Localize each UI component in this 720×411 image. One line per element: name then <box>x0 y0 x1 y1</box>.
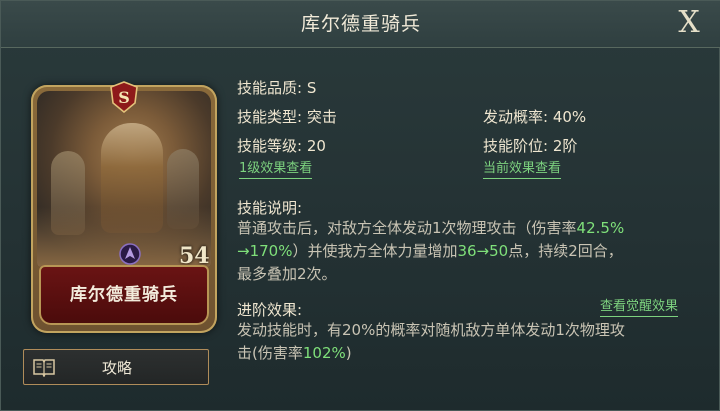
rank-badge-icon: S <box>109 81 138 113</box>
skill-stage: 技能阶位: 2阶 <box>483 135 577 156</box>
advance-line-2: 击(伤害率102%) <box>237 342 707 365</box>
card-level: 54 <box>179 243 210 267</box>
skill-type: 技能类型: 突击 <box>237 106 337 127</box>
window-title: 库尔德重骑兵 <box>300 13 421 35</box>
unit-card: 54 S 库尔德重骑兵 <box>31 81 217 333</box>
close-button[interactable]: X <box>671 5 707 41</box>
skill-quality-value: S <box>306 79 317 97</box>
damage-rate-start: 42.5% <box>576 219 625 237</box>
awaken-effect-link[interactable]: 查看觉醒效果 <box>600 299 679 317</box>
trigger-rate: 发动概率: 40% <box>483 106 586 127</box>
skill-quality: 技能品质: S <box>237 77 316 98</box>
skill-level: 技能等级: 20 <box>237 135 326 156</box>
advance-line-1: 发动技能时，有20%的概率对随机敌方单体发动1次物理攻 <box>237 321 625 339</box>
advance-title: 进阶效果: <box>237 301 303 319</box>
skill-type-value: 突击 <box>306 108 337 126</box>
strength-bonus: 36→50 <box>457 242 509 260</box>
unit-type-emblem-icon <box>119 243 141 265</box>
damage-rate-end: →170% <box>237 242 293 260</box>
skill-detail-window: 库尔德重骑兵 X 54 S 库尔德重骑兵 攻略 技能品质: S 技能类型: 突击… <box>0 0 720 411</box>
description-line-2-text: ）并使我方全体力量增加 <box>292 242 458 260</box>
description-title: 技能说明: <box>237 199 303 217</box>
description-line-1: 普通攻击后，对敌方全体发动1次物理攻击（伤害率42.5% <box>237 217 707 240</box>
description-line-1-text: 普通攻击后，对敌方全体发动1次物理攻击（伤害率 <box>237 219 577 237</box>
advance-damage-rate: 102% <box>302 344 346 362</box>
skill-stage-value: 2阶 <box>552 137 578 155</box>
trigger-rate-value: 40% <box>552 108 587 126</box>
current-effect-link[interactable]: 当前效果查看 <box>483 161 562 179</box>
advance-text: 发动技能时，有20%的概率对随机敌方单体发动1次物理攻 击(伤害率102%) <box>237 319 707 365</box>
svg-text:S: S <box>118 88 130 107</box>
level1-effect-link[interactable]: 1级效果查看 <box>239 161 313 179</box>
card-name-plate: 库尔德重骑兵 <box>39 265 209 325</box>
unit-portrait: 54 <box>37 91 211 267</box>
skill-type-label: 技能类型: <box>237 108 303 126</box>
description-line-2: →170%）并使我方全体力量增加36→50点，持续2回合， <box>237 240 707 263</box>
skill-level-label: 技能等级: <box>237 137 303 155</box>
advance-line-2-text: 击(伤害率 <box>237 344 303 362</box>
trigger-rate-label: 发动概率: <box>483 108 549 126</box>
description-line-3: 最多叠加2次。 <box>237 265 337 283</box>
title-bar: 库尔德重骑兵 X <box>1 1 720 48</box>
advance-line-2-tail: ) <box>345 344 352 362</box>
skill-quality-label: 技能品质: <box>237 79 303 97</box>
description-line-2-tail: 点，持续2回合， <box>508 242 623 260</box>
skill-stage-label: 技能阶位: <box>483 137 549 155</box>
description-text: 普通攻击后，对敌方全体发动1次物理攻击（伤害率42.5% →170%）并使我方全… <box>237 217 707 286</box>
card-name: 库尔德重骑兵 <box>70 285 178 305</box>
skill-level-value: 20 <box>306 137 326 155</box>
guide-button-label: 攻略 <box>101 359 132 377</box>
guide-button[interactable]: 攻略 <box>23 349 209 385</box>
